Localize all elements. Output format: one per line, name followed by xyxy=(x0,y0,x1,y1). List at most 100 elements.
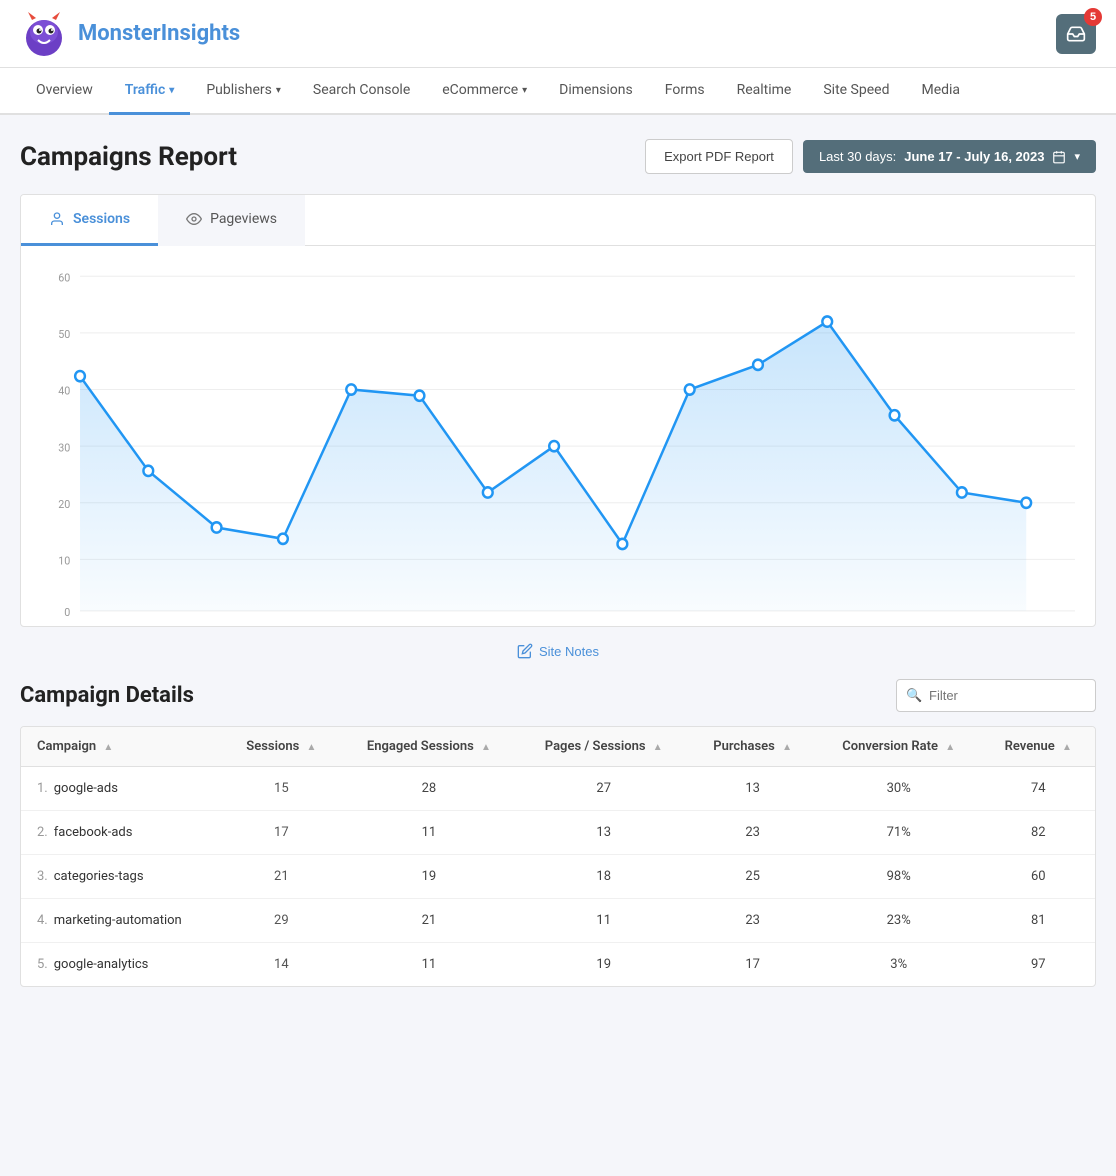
chevron-down-icon: ▾ xyxy=(276,85,281,96)
filter-wrap: 🔍 xyxy=(896,679,1096,712)
tab-sessions[interactable]: Sessions xyxy=(21,195,158,246)
tab-sessions-label: Sessions xyxy=(73,211,130,227)
td-purchases: 23 xyxy=(689,811,816,855)
th-purchases: Purchases ▲ xyxy=(689,727,816,767)
sessions-chart: 60 50 40 30 20 10 0 xyxy=(41,266,1075,616)
date-range-button[interactable]: Last 30 days: June 17 - July 16, 2023 ▾ xyxy=(803,140,1096,173)
svg-text:10: 10 xyxy=(58,554,70,567)
pencil-icon xyxy=(517,643,533,659)
chevron-down-icon: ▾ xyxy=(522,85,527,96)
td-engaged-sessions: 21 xyxy=(340,899,518,943)
header: MonsterInsights 5 xyxy=(0,0,1116,68)
th-sessions: Sessions ▲ xyxy=(223,727,340,767)
td-conversion-rate: 3% xyxy=(816,943,982,987)
td-engaged-sessions: 11 xyxy=(340,943,518,987)
svg-text:60: 60 xyxy=(58,271,70,284)
td-purchases: 17 xyxy=(689,943,816,987)
notification-button[interactable]: 5 xyxy=(1056,14,1096,54)
export-pdf-button[interactable]: Export PDF Report xyxy=(645,139,793,174)
date-prefix: Last 30 days: xyxy=(819,149,896,164)
svg-text:20: 20 xyxy=(58,498,70,511)
td-campaign: 1.google-ads xyxy=(21,767,223,811)
td-pages-sessions: 18 xyxy=(518,855,689,899)
nav-item-dimensions[interactable]: Dimensions xyxy=(543,68,649,115)
person-icon xyxy=(49,211,65,227)
td-campaign: 3.categories-tags xyxy=(21,855,223,899)
nav-item-traffic[interactable]: Traffic▾ xyxy=(109,68,191,115)
td-sessions: 17 xyxy=(223,811,340,855)
td-engaged-sessions: 11 xyxy=(340,811,518,855)
campaign-details-header: Campaign Details 🔍 xyxy=(20,679,1096,712)
logo-text-plain: Monster xyxy=(78,21,161,46)
td-revenue: 60 xyxy=(982,855,1096,899)
td-conversion-rate: 98% xyxy=(816,855,982,899)
td-revenue: 82 xyxy=(982,811,1096,855)
table-row: 4.marketing-automation 29 21 11 23 23% 8… xyxy=(21,899,1095,943)
filter-input[interactable] xyxy=(896,679,1096,712)
eye-icon xyxy=(186,211,202,227)
main-nav: Overview Traffic▾ Publishers▾ Search Con… xyxy=(0,68,1116,115)
nav-item-realtime[interactable]: Realtime xyxy=(721,68,808,115)
td-campaign: 2.facebook-ads xyxy=(21,811,223,855)
report-actions: Export PDF Report Last 30 days: June 17 … xyxy=(645,139,1096,174)
sort-icon: ▲ xyxy=(653,742,663,753)
nav-item-site-speed[interactable]: Site Speed xyxy=(807,68,905,115)
th-campaign: Campaign ▲ xyxy=(21,727,223,767)
sort-icon: ▲ xyxy=(481,742,491,753)
table-row: 2.facebook-ads 17 11 13 23 71% 82 xyxy=(21,811,1095,855)
nav-item-publishers[interactable]: Publishers▾ xyxy=(190,68,297,115)
th-conversion-rate: Conversion Rate ▲ xyxy=(816,727,982,767)
nav-item-search-console[interactable]: Search Console xyxy=(297,68,426,115)
site-notes-button[interactable]: Site Notes xyxy=(517,643,599,659)
table-header-row: Campaign ▲ Sessions ▲ Engaged Sessions ▲… xyxy=(21,727,1095,767)
chart-container: Sessions Pageviews 60 50 40 30 20 10 0 xyxy=(20,194,1096,627)
date-range: June 17 - July 16, 2023 xyxy=(904,149,1044,164)
th-pages-sessions: Pages / Sessions ▲ xyxy=(518,727,689,767)
search-icon: 🔍 xyxy=(906,688,922,703)
tab-pageviews-label: Pageviews xyxy=(210,211,277,227)
chevron-down-icon: ▾ xyxy=(1074,150,1080,163)
nav-item-media[interactable]: Media xyxy=(905,68,976,115)
notification-badge: 5 xyxy=(1084,8,1102,26)
sort-icon: ▲ xyxy=(782,742,792,753)
main-content: Campaigns Report Export PDF Report Last … xyxy=(0,115,1116,1011)
campaign-table: Campaign ▲ Sessions ▲ Engaged Sessions ▲… xyxy=(21,727,1095,986)
logo-text: MonsterInsights xyxy=(78,21,240,46)
sort-icon: ▲ xyxy=(1062,742,1072,753)
td-conversion-rate: 23% xyxy=(816,899,982,943)
inbox-icon xyxy=(1066,24,1086,44)
td-sessions: 21 xyxy=(223,855,340,899)
td-conversion-rate: 30% xyxy=(816,767,982,811)
nav-item-forms[interactable]: Forms xyxy=(649,68,721,115)
nav-item-ecommerce[interactable]: eCommerce▾ xyxy=(426,68,543,115)
td-sessions: 15 xyxy=(223,767,340,811)
site-notes-area: Site Notes xyxy=(20,643,1096,659)
tab-pageviews[interactable]: Pageviews xyxy=(158,195,305,246)
td-pages-sessions: 11 xyxy=(518,899,689,943)
campaign-details-title: Campaign Details xyxy=(20,683,194,708)
nav-item-overview[interactable]: Overview xyxy=(20,68,109,115)
td-revenue: 74 xyxy=(982,767,1096,811)
td-conversion-rate: 71% xyxy=(816,811,982,855)
td-revenue: 97 xyxy=(982,943,1096,987)
svg-text:40: 40 xyxy=(58,384,70,397)
report-title: Campaigns Report xyxy=(20,142,237,172)
sort-icon: ▲ xyxy=(945,742,955,753)
td-pages-sessions: 27 xyxy=(518,767,689,811)
logo-text-accent: Insights xyxy=(161,21,241,46)
td-purchases: 23 xyxy=(689,899,816,943)
site-notes-label: Site Notes xyxy=(539,644,599,659)
svg-text:50: 50 xyxy=(58,328,70,341)
td-engaged-sessions: 28 xyxy=(340,767,518,811)
calendar-icon xyxy=(1052,150,1066,164)
td-sessions: 14 xyxy=(223,943,340,987)
chart-tabs: Sessions Pageviews xyxy=(21,195,1095,246)
td-revenue: 81 xyxy=(982,899,1096,943)
td-engaged-sessions: 19 xyxy=(340,855,518,899)
th-revenue: Revenue ▲ xyxy=(982,727,1096,767)
campaign-table-wrap: Campaign ▲ Sessions ▲ Engaged Sessions ▲… xyxy=(20,726,1096,987)
table-row: 1.google-ads 15 28 27 13 30% 74 xyxy=(21,767,1095,811)
svg-text:0: 0 xyxy=(64,606,70,616)
td-pages-sessions: 19 xyxy=(518,943,689,987)
table-row: 3.categories-tags 21 19 18 25 98% 60 xyxy=(21,855,1095,899)
